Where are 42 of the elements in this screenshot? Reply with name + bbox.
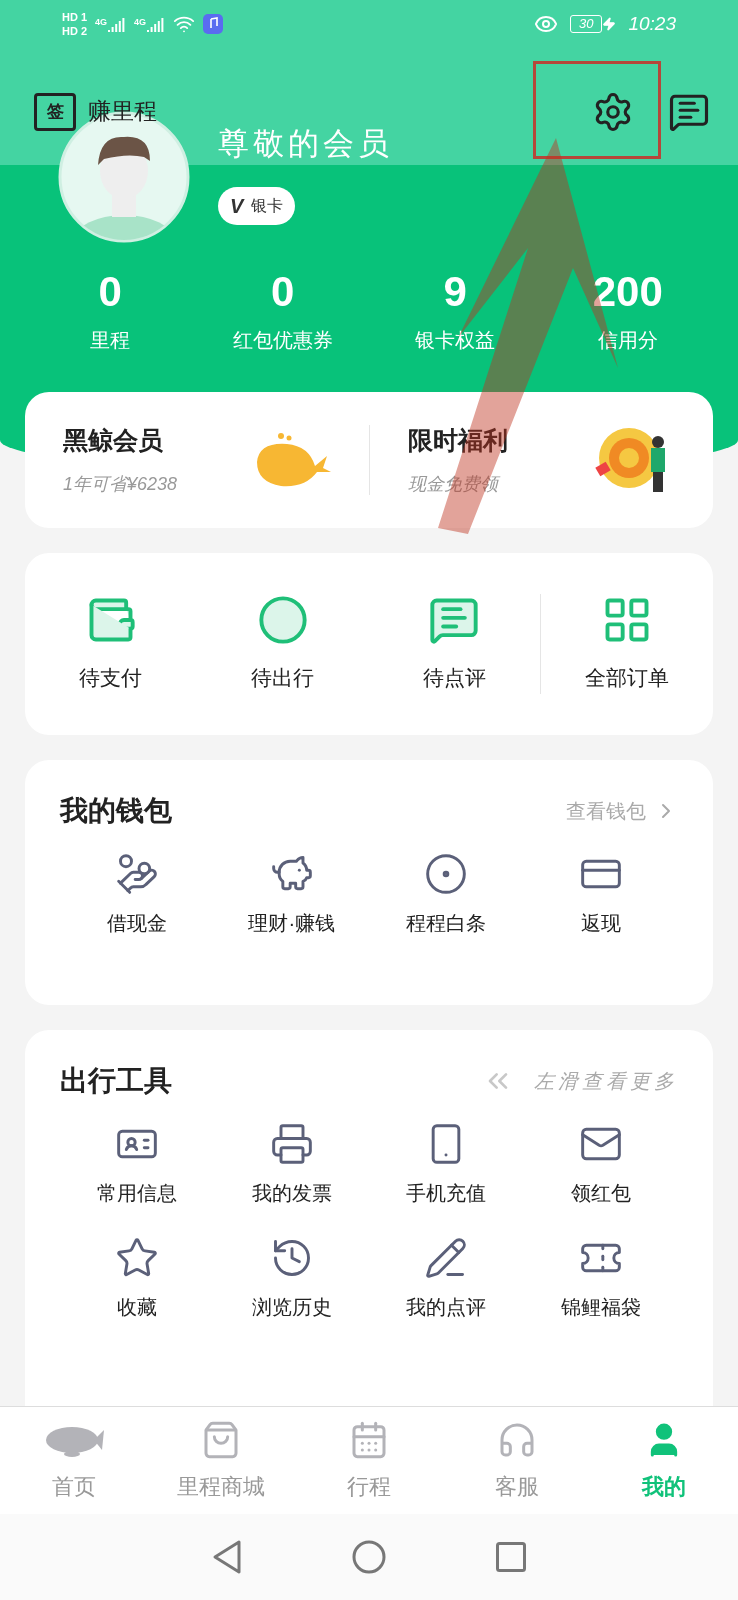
- clock-time: 10:23: [628, 12, 676, 36]
- shortcut-item[interactable]: 收藏: [60, 1236, 215, 1322]
- shortcut-item[interactable]: 领红包: [523, 1122, 678, 1208]
- shortcut-item[interactable]: 理财·赚钱: [214, 852, 369, 938]
- music-app-icon: [203, 14, 224, 35]
- shortcut-item[interactable]: 锦鲤福袋: [523, 1236, 678, 1322]
- order-status-item[interactable]: 待点评: [368, 594, 541, 694]
- sim-label: HD 1: [62, 10, 88, 25]
- shortcut-item[interactable]: 返现: [523, 852, 678, 938]
- recents-icon[interactable]: [496, 1542, 526, 1572]
- pencil-icon: [424, 1236, 469, 1280]
- hand-coin-icon: [115, 852, 160, 896]
- circle-dot-icon: [424, 852, 469, 896]
- swipe-hint: 左滑查看更多: [534, 1069, 678, 1094]
- network-label: 4G: [134, 16, 147, 30]
- section-title: 我的钱包: [60, 794, 172, 828]
- promo-item[interactable]: 黑鲸会员 1年可省¥6238: [25, 421, 369, 499]
- order-status-item[interactable]: 待出行: [196, 594, 369, 694]
- shortcut-item[interactable]: 我的点评: [369, 1236, 524, 1322]
- badge-letter: V: [230, 194, 244, 219]
- back-icon[interactable]: [212, 1539, 242, 1575]
- shortcut-item[interactable]: 程程白条: [369, 852, 524, 938]
- all-orders-item[interactable]: 全部订单: [541, 594, 713, 694]
- signal-icon: [147, 16, 166, 33]
- charging-icon: [602, 17, 617, 32]
- shortcut-item[interactable]: 常用信息: [60, 1122, 215, 1208]
- checkin-icon[interactable]: 签: [34, 92, 76, 131]
- badge-label: 银卡: [251, 196, 284, 216]
- section-title: 出行工具: [60, 1064, 172, 1098]
- member-level-badge[interactable]: V 银卡: [218, 187, 296, 225]
- shortcut-item[interactable]: 手机充值: [369, 1122, 524, 1208]
- order-status-item[interactable]: 待支付: [25, 594, 197, 694]
- member-name: 尊敬的会员: [218, 124, 393, 163]
- shortcut-item[interactable]: 浏览历史: [214, 1236, 369, 1322]
- home-icon[interactable]: [352, 1540, 386, 1574]
- signal-icon: [108, 16, 127, 33]
- printer-icon: [269, 1122, 314, 1166]
- battery-indicator: 30: [570, 15, 603, 34]
- shortcut-item[interactable]: 我的发票: [214, 1122, 369, 1208]
- sim-label: HD 2: [62, 24, 88, 39]
- shortcut-item[interactable]: 借现金: [60, 852, 215, 938]
- network-label: 4G: [95, 16, 108, 30]
